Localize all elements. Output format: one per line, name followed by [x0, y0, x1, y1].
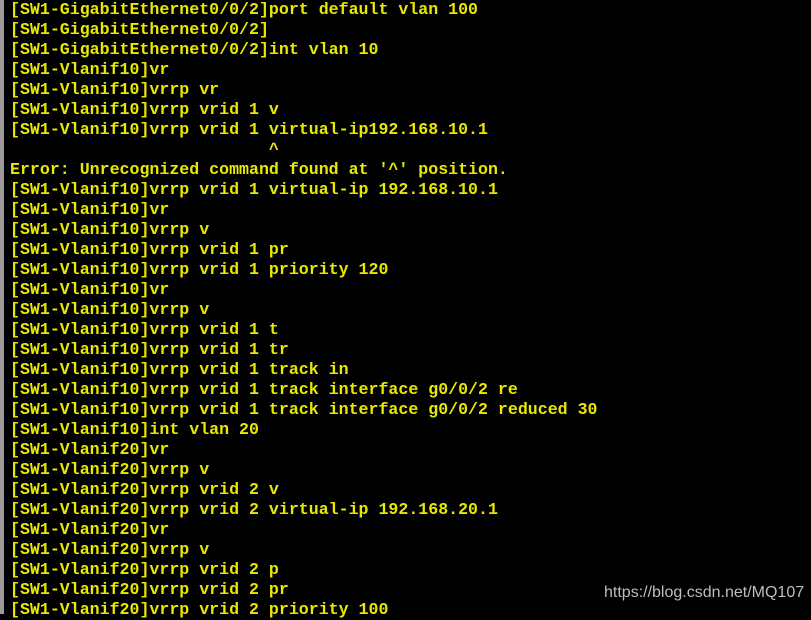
terminal-line: [SW1-Vlanif10]vrrp vrid 1 track interfac… [10, 380, 518, 399]
terminal-line: [SW1-Vlanif10]vrrp vrid 1 track in [10, 360, 349, 379]
terminal-line: [SW1-Vlanif10]vrrp v [10, 220, 210, 239]
terminal-line: [SW1-Vlanif10]vrrp vrid 1 virtual-ip 192… [10, 180, 498, 199]
window-border [0, 0, 4, 614]
terminal-line: ^ [10, 140, 279, 159]
terminal-line: [SW1-Vlanif20]vrrp vrid 2 pr [10, 580, 289, 599]
terminal-line: [SW1-Vlanif10]vrrp vrid 1 priority 120 [10, 260, 389, 279]
terminal-line: [SW1-Vlanif10]vr [10, 60, 170, 79]
terminal-line: [SW1-Vlanif10]vrrp vrid 1 virtual-ip192.… [10, 120, 488, 139]
terminal-line: [SW1-Vlanif20]vr [10, 520, 170, 539]
terminal-line: Error: Unrecognized command found at '^'… [10, 160, 508, 179]
terminal-line: [SW1-Vlanif10]vrrp vrid 1 pr [10, 240, 289, 259]
terminal-line: [SW1-Vlanif10]vr [10, 200, 170, 219]
terminal-line: [SW1-Vlanif10]int vlan 20 [10, 420, 259, 439]
terminal-line: [SW1-Vlanif20]vrrp vrid 2 virtual-ip 192… [10, 500, 498, 519]
terminal-line: [SW1-Vlanif20]vrrp vrid 2 priority 100 [10, 600, 389, 619]
terminal-line: [SW1-Vlanif10]vrrp vrid 1 track interfac… [10, 400, 598, 419]
terminal-line: [SW1-Vlanif10]vrrp vrid 1 tr [10, 340, 289, 359]
terminal-line: [SW1-Vlanif10]vrrp vrid 1 t [10, 320, 279, 339]
terminal-line: [SW1-Vlanif10]vrrp v [10, 300, 210, 319]
terminal-line: [SW1-Vlanif10]vrrp vrid 1 v [10, 100, 279, 119]
terminal-line: [SW1-GigabitEthernet0/0/2] [10, 20, 269, 39]
terminal-line: [SW1-Vlanif10]vr [10, 280, 170, 299]
terminal-line: [SW1-Vlanif20]vrrp v [10, 540, 210, 559]
terminal-output[interactable]: [SW1-GigabitEthernet0/0/2]port default v… [10, 0, 598, 620]
terminal-line: [SW1-Vlanif20]vrrp vrid 2 v [10, 480, 279, 499]
terminal-line: [SW1-Vlanif20]vrrp v [10, 460, 210, 479]
terminal-line: [SW1-GigabitEthernet0/0/2]int vlan 10 [10, 40, 379, 59]
terminal-line: [SW1-Vlanif20]vrrp vrid 2 p [10, 560, 279, 579]
watermark: https://blog.csdn.net/MQ107 [604, 584, 805, 601]
terminal-line: [SW1-GigabitEthernet0/0/2]port default v… [10, 0, 479, 19]
terminal-line: [SW1-Vlanif20]vr [10, 440, 170, 459]
terminal-line: [SW1-Vlanif10]vrrp vr [10, 80, 220, 99]
